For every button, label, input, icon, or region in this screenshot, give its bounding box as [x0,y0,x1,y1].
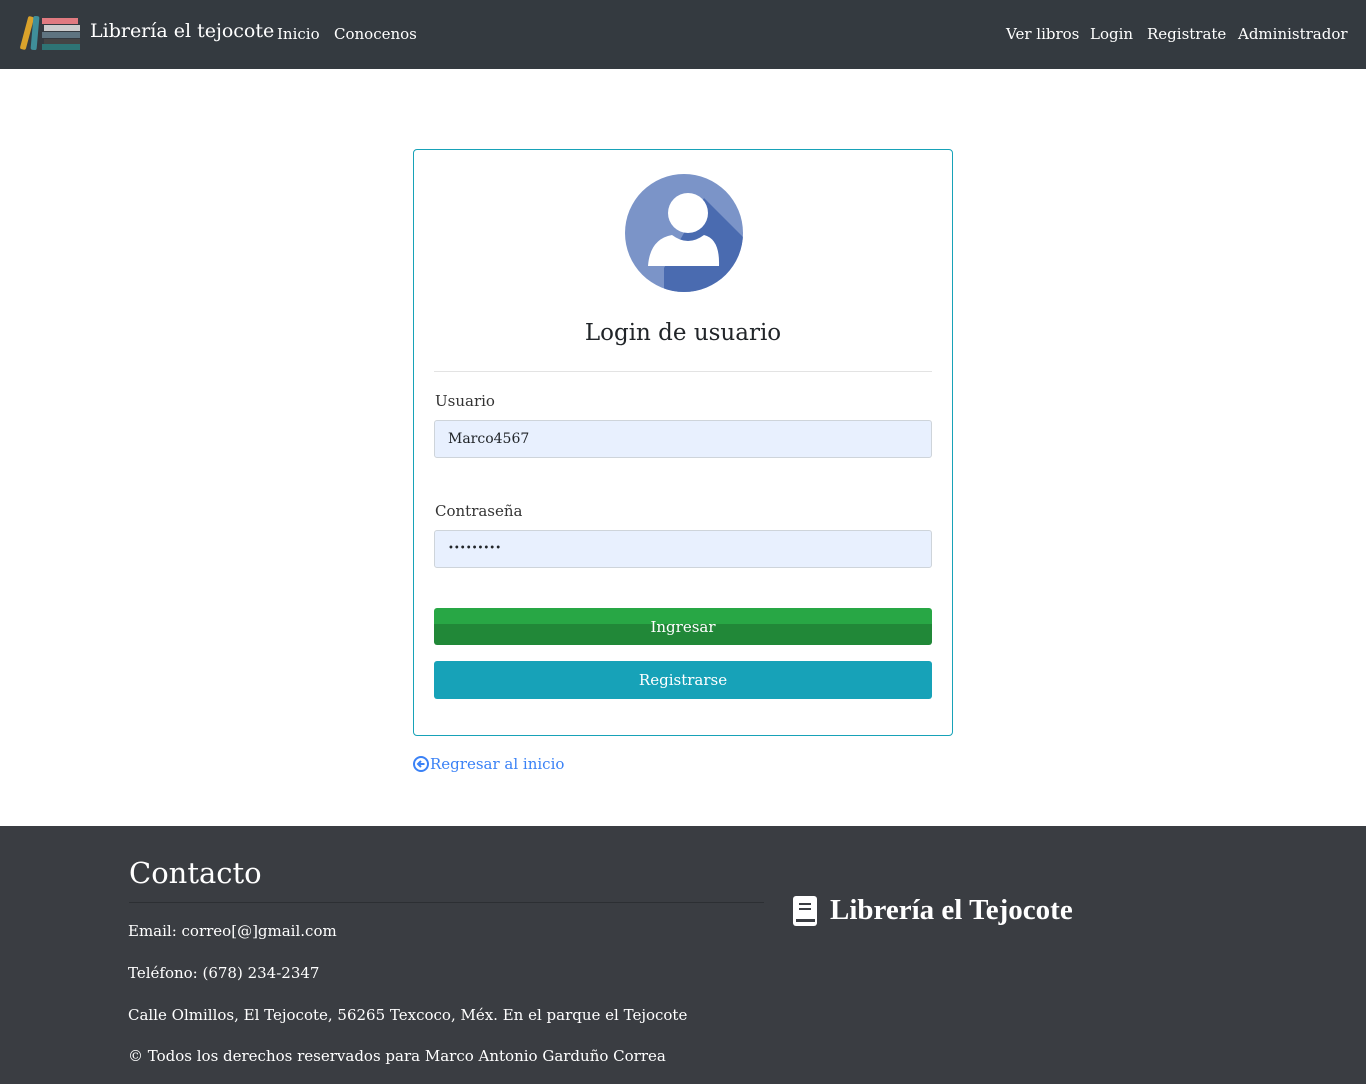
nav-inicio[interactable]: Inicio [277,25,320,43]
arrow-circle-left-icon [413,756,429,772]
registrarse-button[interactable]: Registrarse [434,661,932,699]
contrasena-input[interactable]: ••••••••• [434,530,932,568]
back-to-home-link[interactable]: Regresar al inicio [413,755,564,773]
contrasena-label: Contraseña [435,502,523,520]
footer: Contacto Email: correo[@]gmail.com Teléf… [0,826,1366,1084]
contact-email: Email: correo[@]gmail.com [128,922,337,940]
login-card: Login de usuario Usuario Marco4567 Contr… [413,149,953,736]
footer-brand-name: Librería el Tejocote [830,894,1073,926]
navbar: Librería el tejocote Inicio Conocenos Ve… [0,0,1366,69]
book-icon [793,895,817,926]
usuario-input[interactable]: Marco4567 [434,420,932,458]
contact-heading: Contacto [129,856,262,890]
nav-registrate[interactable]: Registrate [1147,25,1226,43]
nav-login[interactable]: Login [1090,25,1133,43]
footer-brand: Librería el Tejocote [792,894,1073,927]
books-logo-icon[interactable] [18,14,84,52]
usuario-label: Usuario [435,392,495,410]
nav-ver-libros[interactable]: Ver libros [1006,25,1079,43]
divider [434,371,932,372]
nav-conocenos[interactable]: Conocenos [334,25,417,43]
nav-administrador[interactable]: Administrador [1238,25,1348,43]
user-avatar-icon [625,174,743,292]
back-link-text[interactable]: Regresar al inicio [430,755,564,773]
copyright: © Todos los derechos reservados para Mar… [128,1047,666,1065]
divider [129,902,764,903]
brand-name[interactable]: Librería el tejocote [90,20,274,42]
contact-phone: Teléfono: (678) 234-2347 [128,964,320,982]
contact-address: Calle Olmillos, El Tejocote, 56265 Texco… [128,1006,688,1024]
ingresar-button[interactable]: Ingresar [434,608,932,645]
login-title: Login de usuario [584,320,782,346]
